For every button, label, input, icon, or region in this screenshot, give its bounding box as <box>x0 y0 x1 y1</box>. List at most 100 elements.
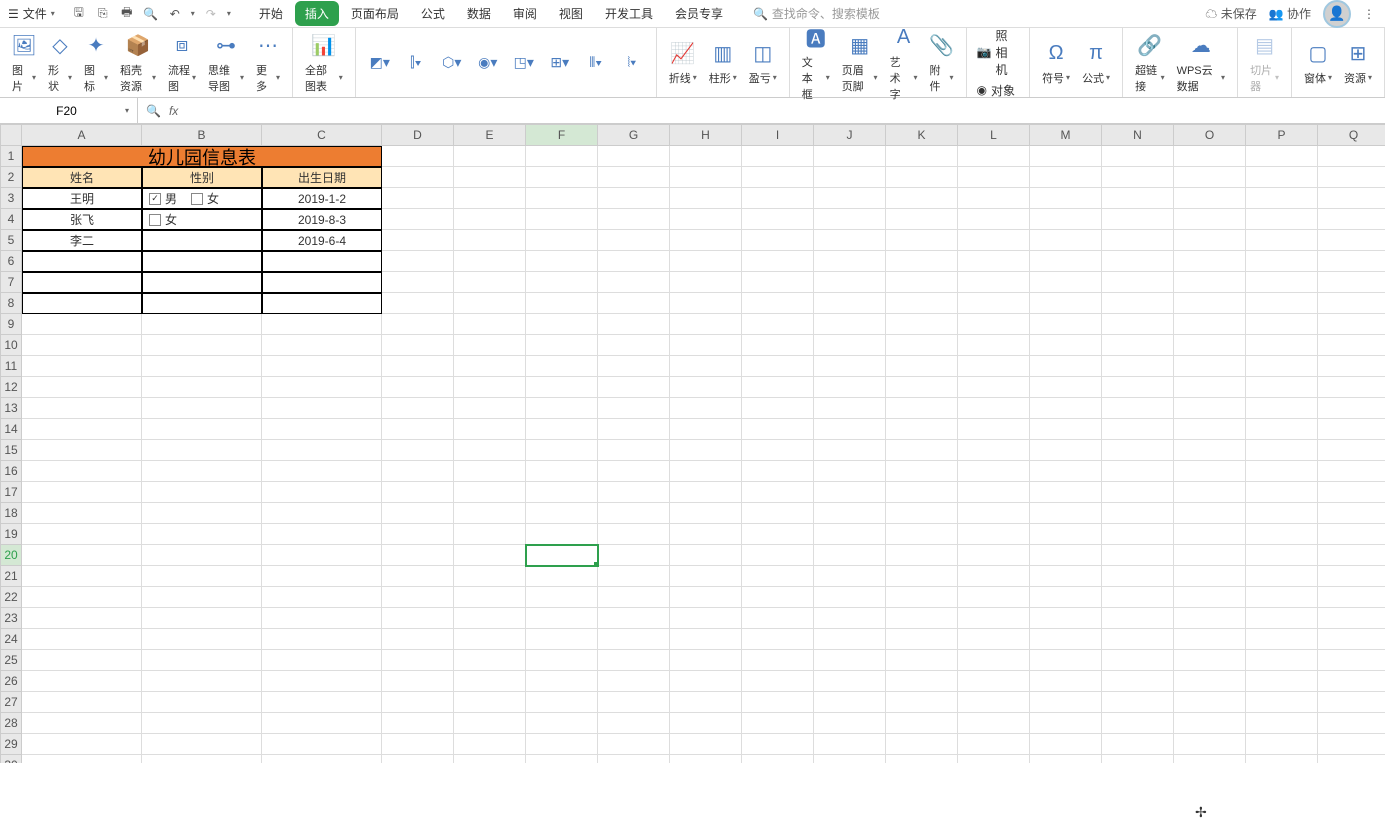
cell-M8[interactable] <box>1030 293 1102 314</box>
checkbox-男[interactable] <box>149 193 161 205</box>
cell-A19[interactable] <box>22 524 142 545</box>
cell-C17[interactable] <box>262 482 382 503</box>
cell-N28[interactable] <box>1102 713 1174 734</box>
cell-G27[interactable] <box>598 692 670 713</box>
cell-N20[interactable] <box>1102 545 1174 566</box>
cell-M24[interactable] <box>1030 629 1102 650</box>
cell-O12[interactable] <box>1174 377 1246 398</box>
cell-J10[interactable] <box>814 335 886 356</box>
cell-G9[interactable] <box>598 314 670 335</box>
cell-G10[interactable] <box>598 335 670 356</box>
cell-F6[interactable] <box>526 251 598 272</box>
cell-E28[interactable] <box>454 713 526 734</box>
save-icon[interactable]: 🖫 <box>71 6 87 22</box>
col-header-C[interactable]: C <box>262 124 382 146</box>
cell-M9[interactable] <box>1030 314 1102 335</box>
cell-G11[interactable] <box>598 356 670 377</box>
cell-G1[interactable] <box>598 146 670 167</box>
cell-F13[interactable] <box>526 398 598 419</box>
cell-D13[interactable] <box>382 398 454 419</box>
cell-J6[interactable] <box>814 251 886 272</box>
cell-N27[interactable] <box>1102 692 1174 713</box>
row-header-30[interactable]: 30 <box>0 755 22 763</box>
tab-公式[interactable]: 公式 <box>411 1 455 26</box>
cell-K15[interactable] <box>886 440 958 461</box>
cell-P27[interactable] <box>1246 692 1318 713</box>
fx-icon[interactable]: fx <box>169 104 178 118</box>
cell-N17[interactable] <box>1102 482 1174 503</box>
cell-F7[interactable] <box>526 272 598 293</box>
cell-A6[interactable] <box>22 251 142 272</box>
cell-E29[interactable] <box>454 734 526 755</box>
cell-J22[interactable] <box>814 587 886 608</box>
tab-开发工具[interactable]: 开发工具 <box>595 1 663 26</box>
cell-B25[interactable] <box>142 650 262 671</box>
row-header-24[interactable]: 24 <box>0 629 22 650</box>
cell-N5[interactable] <box>1102 230 1174 251</box>
cell-K9[interactable] <box>886 314 958 335</box>
cell-C30[interactable] <box>262 755 382 763</box>
row-header-1[interactable]: 1 <box>0 146 22 167</box>
cell-A13[interactable] <box>22 398 142 419</box>
cell-L14[interactable] <box>958 419 1030 440</box>
cell-D4[interactable] <box>382 209 454 230</box>
more-icon[interactable]: ⋮ <box>1363 7 1375 21</box>
cell-M5[interactable] <box>1030 230 1102 251</box>
chart-type-2[interactable]: ⬡▾ <box>434 51 470 75</box>
cell-O20[interactable] <box>1174 545 1246 566</box>
cell-E20[interactable] <box>454 545 526 566</box>
cell-E8[interactable] <box>454 293 526 314</box>
cell-F5[interactable] <box>526 230 598 251</box>
cell-B14[interactable] <box>142 419 262 440</box>
cell-H29[interactable] <box>670 734 742 755</box>
cell-K14[interactable] <box>886 419 958 440</box>
cell-O21[interactable] <box>1174 566 1246 587</box>
cell-E2[interactable] <box>454 167 526 188</box>
cell-G16[interactable] <box>598 461 670 482</box>
row-header-22[interactable]: 22 <box>0 587 22 608</box>
cell-G17[interactable] <box>598 482 670 503</box>
cell-H27[interactable] <box>670 692 742 713</box>
cell-P21[interactable] <box>1246 566 1318 587</box>
row-header-14[interactable]: 14 <box>0 419 22 440</box>
cell-A16[interactable] <box>22 461 142 482</box>
cell-N29[interactable] <box>1102 734 1174 755</box>
chart-type-6[interactable]: ⫴▾ <box>578 51 614 75</box>
cell-M12[interactable] <box>1030 377 1102 398</box>
cell-A15[interactable] <box>22 440 142 461</box>
cell-O8[interactable] <box>1174 293 1246 314</box>
cell-Q17[interactable] <box>1318 482 1385 503</box>
cell-H16[interactable] <box>670 461 742 482</box>
cell-O6[interactable] <box>1174 251 1246 272</box>
cell-N11[interactable] <box>1102 356 1174 377</box>
chart-type-5[interactable]: ⊞▾ <box>542 51 578 75</box>
col-header-L[interactable]: L <box>958 124 1030 146</box>
cell-K21[interactable] <box>886 566 958 587</box>
cell-G15[interactable] <box>598 440 670 461</box>
export-icon[interactable]: ⎘ <box>95 6 111 22</box>
cell-I13[interactable] <box>742 398 814 419</box>
cell-O11[interactable] <box>1174 356 1246 377</box>
cell-H26[interactable] <box>670 671 742 692</box>
cell-F15[interactable] <box>526 440 598 461</box>
cell-K28[interactable] <box>886 713 958 734</box>
cell-G22[interactable] <box>598 587 670 608</box>
row-header-21[interactable]: 21 <box>0 566 22 587</box>
row-header-8[interactable]: 8 <box>0 293 22 314</box>
cell-H2[interactable] <box>670 167 742 188</box>
cell-P13[interactable] <box>1246 398 1318 419</box>
name-box-input[interactable] <box>8 104 125 118</box>
cell-B27[interactable] <box>142 692 262 713</box>
ribbon-照相机[interactable]: 📷照相机 <box>973 25 1024 80</box>
undo-icon[interactable]: ↶ <box>167 6 183 22</box>
cell-A28[interactable] <box>22 713 142 734</box>
cell-L27[interactable] <box>958 692 1030 713</box>
cell-I15[interactable] <box>742 440 814 461</box>
cell-E1[interactable] <box>454 146 526 167</box>
cell-G29[interactable] <box>598 734 670 755</box>
cell-F2[interactable] <box>526 167 598 188</box>
cell-N18[interactable] <box>1102 503 1174 524</box>
row-header-6[interactable]: 6 <box>0 251 22 272</box>
cell-A26[interactable] <box>22 671 142 692</box>
cell-I16[interactable] <box>742 461 814 482</box>
